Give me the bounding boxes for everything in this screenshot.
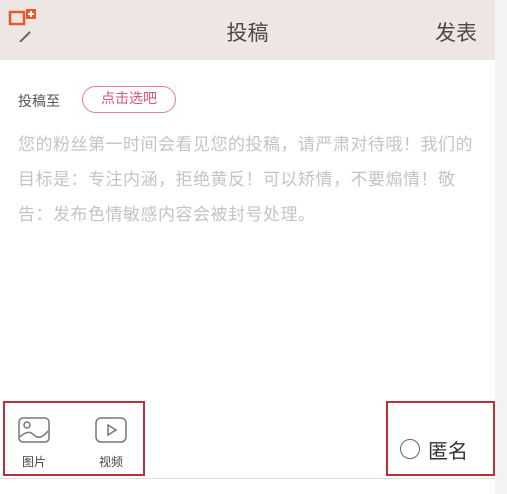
bottom-divider bbox=[0, 478, 495, 479]
add-window-icon bbox=[8, 9, 36, 26]
add-video-button[interactable]: 视频 bbox=[94, 417, 128, 470]
anonymous-radio[interactable] bbox=[400, 439, 420, 459]
anonymous-label: 匿名 bbox=[428, 439, 468, 463]
page-title: 投稿 bbox=[226, 21, 269, 45]
select-target-button[interactable]: 点击选吧 bbox=[82, 86, 176, 113]
target-label: 投稿至 bbox=[18, 94, 60, 110]
add-image-button[interactable]: 图片 bbox=[17, 417, 51, 470]
image-label: 图片 bbox=[21, 455, 46, 469]
anonymous-toggle[interactable]: 匿名 bbox=[386, 401, 495, 476]
post-content-editor[interactable]: 您的粉丝第一时间会看见您的投稿，请严肃对待哦！我们的目标是：专注内涵，拒绝黄反！… bbox=[18, 128, 484, 233]
publish-button[interactable]: 发表 bbox=[435, 17, 477, 47]
scrollbar-track bbox=[495, 0, 507, 494]
video-label: 视频 bbox=[98, 455, 123, 469]
video-play-icon bbox=[95, 417, 127, 443]
image-icon bbox=[18, 417, 50, 443]
top-bar: 投稿 发表 bbox=[0, 0, 495, 60]
media-toolbar: 图片 视频 bbox=[3, 401, 145, 476]
